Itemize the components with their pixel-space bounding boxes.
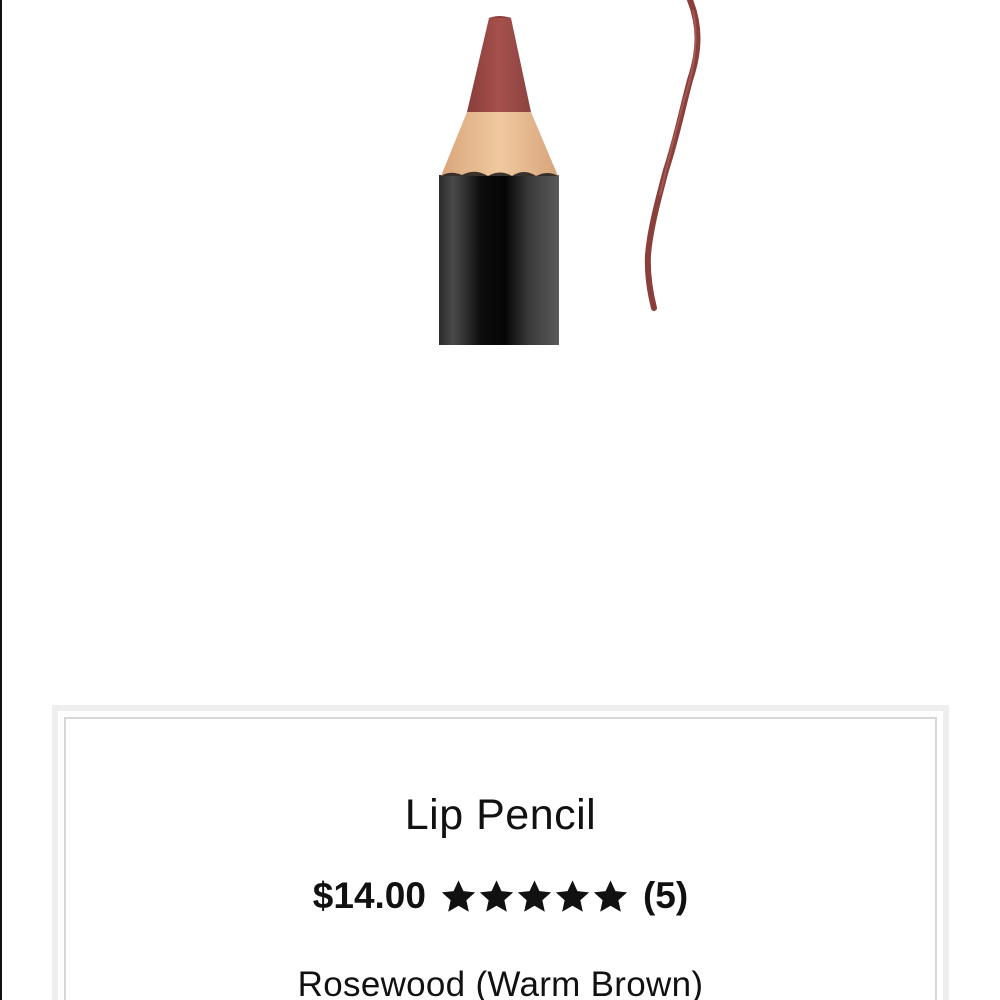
star-icon <box>516 878 553 915</box>
pencil-lead <box>467 18 531 112</box>
color-swatch-stroke <box>644 0 701 311</box>
star-icon <box>592 878 629 915</box>
price-rating-row: $14.00 (5) <box>66 875 935 917</box>
lip-pencil-product-photo <box>439 0 701 345</box>
star-icon <box>478 878 515 915</box>
product-info-card-inner: Lip Pencil $14.00 (5) Rosewood (Warm Bro… <box>64 717 937 1000</box>
pencil-wood <box>441 112 558 176</box>
pencil-barrel <box>439 175 559 345</box>
review-count-link[interactable]: (5) <box>643 875 688 917</box>
rating-stars[interactable] <box>440 878 629 915</box>
product-price: $14.00 <box>312 875 426 916</box>
shade-name: Rosewood (Warm Brown) <box>297 965 704 1000</box>
product-image[interactable] <box>0 0 1000 360</box>
product-title: Lip Pencil <box>404 791 597 839</box>
product-page: Lip Pencil $14.00 (5) Rosewood (Warm Bro… <box>0 0 1000 1000</box>
star-icon <box>554 878 591 915</box>
product-info-card: Lip Pencil $14.00 (5) Rosewood (Warm Bro… <box>52 705 949 1000</box>
star-icon <box>440 878 477 915</box>
